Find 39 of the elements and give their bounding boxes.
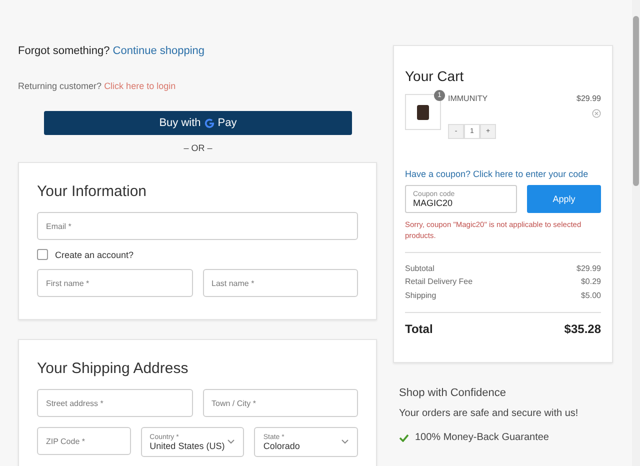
or-divider: – OR – [182, 143, 214, 153]
continue-prompt: Forgot something? Continue shopping [18, 45, 206, 57]
total-value: $35.28 [564, 322, 601, 336]
input-field[interactable]: Town / City * [202, 389, 358, 417]
checkmark-icon [399, 434, 409, 442]
total-label: Total [405, 322, 433, 336]
section-title: Your Information [37, 183, 148, 200]
summary-label: Retail Delivery Fee [405, 276, 473, 288]
chevron-down-icon [227, 439, 236, 444]
chevron-down-icon [341, 439, 350, 444]
input-field[interactable]: Last name * [202, 269, 358, 297]
scrollbar[interactable] [632, 0, 640, 466]
cart-title: Your Cart [405, 68, 465, 84]
section-title: Your Shipping Address [37, 360, 190, 377]
confidence-text: Your orders are safe and secure with us! [399, 408, 580, 419]
summary-value: $29.99 [576, 262, 601, 274]
apply-button[interactable]: Apply [527, 185, 601, 213]
jar-icon [417, 104, 429, 120]
g-logo-icon [204, 118, 215, 128]
checkbox[interactable] [37, 249, 48, 260]
email-field[interactable]: Email * [37, 212, 358, 240]
input-field[interactable]: Street address * [37, 389, 192, 417]
input-field[interactable]: First name * [37, 269, 192, 297]
login-prompt: Returning customer? Click here to login [18, 81, 177, 91]
summary-label: Shipping [405, 290, 436, 302]
coupon-link[interactable]: Have a coupon? Click here to enter your code [405, 169, 601, 179]
input-field[interactable]: ZIP Code * [37, 427, 131, 455]
google-pay-button[interactable]: Buy with Pay [44, 111, 352, 135]
summary-value: $0.29 [580, 276, 601, 288]
product-price: $29.99 [576, 94, 601, 103]
product-name: IMMUNITY [448, 94, 488, 103]
checkbox-label: Create an account? [55, 250, 134, 260]
summary-label: Subtotal [405, 262, 434, 274]
continue-shopping-link[interactable]: Continue shopping [112, 45, 205, 57]
guarantee-text: 100% Money-Back Guarantee [415, 432, 549, 443]
summary-value: $5.00 [580, 290, 601, 302]
login-link[interactable]: Click here to login [104, 81, 176, 91]
confidence-title: Shop with Confidence [399, 387, 508, 399]
remove-icon[interactable] [592, 109, 601, 118]
